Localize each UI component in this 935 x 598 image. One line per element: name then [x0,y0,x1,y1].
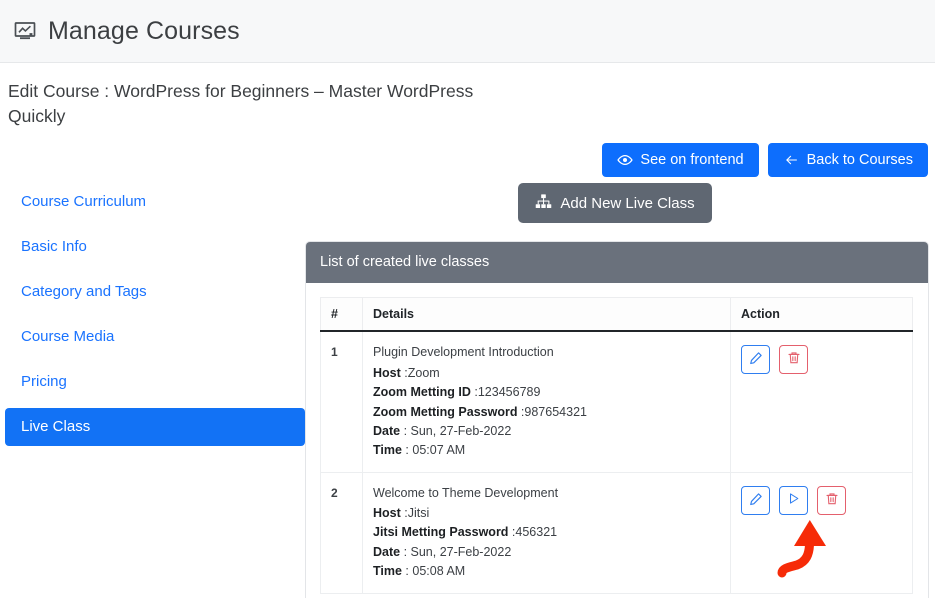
delete-button[interactable] [817,485,846,515]
add-live-class-row: Add New Live Class [305,183,929,223]
row-details: Plugin Development Introduction Host :Zo… [362,331,731,473]
table-row: 1 Plugin Development Introduction Host :… [320,331,913,473]
sidebar-item-basic-info[interactable]: Basic Info [5,228,305,266]
delete-icon [825,492,839,509]
action-button-group [741,343,902,375]
back-to-courses-button[interactable]: Back to Courses [767,143,928,177]
add-new-live-class-label: Add New Live Class [560,194,695,212]
sidebar-item-course-curriculum[interactable]: Course Curriculum [5,183,305,221]
live-class-title: Plugin Development Introduction [373,345,554,360]
table-header-row: # Details Action [320,297,913,333]
edit-course-title: Edit Course : WordPress for Beginners – … [8,81,474,126]
body-wrapper: Course Curriculum Basic Info Category an… [0,133,935,598]
table-row: 2 Welcome to Theme Development Host :Jit… [320,472,913,594]
delete-icon [787,351,801,368]
table-header: # Details Action [320,297,913,333]
annotation-arrow-icon [777,518,847,586]
detail-time: Time : 05:08 AM [373,564,466,579]
edit-button[interactable] [741,345,770,375]
start-live-class-button[interactable] [779,485,808,515]
detail-meeting-password: Zoom Metting Password :987654321 [373,404,587,419]
edit-icon [749,351,763,368]
live-class-content: Add New Live Class List of created live … [305,183,935,598]
row-number: 2 [320,472,363,594]
row-actions [730,331,913,473]
column-header-action: Action [730,297,913,333]
edit-icon [749,492,763,509]
table-body: 1 Plugin Development Introduction Host :… [320,331,913,594]
back-to-courses-label: Back to Courses [806,151,913,168]
delete-button[interactable] [779,345,808,375]
live-classes-table: # Details Action 1 Plugin Development In… [320,297,913,594]
detail-date: Date : Sun, 27-Feb-2022 [373,423,512,438]
detail-meeting-id: Zoom Metting ID :123456789 [373,385,541,400]
detail-host: Host :Jitsi [373,506,430,521]
page-title: Manage Courses [48,16,240,45]
see-on-frontend-button[interactable]: See on frontend [602,143,759,177]
see-on-frontend-label: See on frontend [640,151,744,168]
header-action-buttons: See on frontend Back to Courses [602,143,928,177]
row-actions [730,472,913,594]
sidebar-item-course-media[interactable]: Course Media [5,318,305,356]
play-icon [787,492,800,508]
course-edit-sidebar: Course Curriculum Basic Info Category an… [0,183,305,598]
row-details: Welcome to Theme Development Host :Jitsi… [362,472,731,594]
panel-body: # Details Action 1 Plugin Development In… [306,283,928,598]
dashboard-chart-icon [12,18,38,44]
row-number: 1 [320,331,363,473]
sidebar-item-pricing[interactable]: Pricing [5,363,305,401]
sidebar-item-category-and-tags[interactable]: Category and Tags [5,273,305,311]
eye-icon [617,152,634,168]
arrow-left-icon [783,153,800,167]
live-classes-panel: List of created live classes # Details A… [305,241,929,598]
add-new-live-class-button[interactable]: Add New Live Class [518,183,712,223]
action-button-group [741,484,902,515]
action-cell [741,484,902,578]
column-header-details: Details [362,297,731,333]
detail-time: Time : 05:07 AM [373,443,466,458]
subheader: Edit Course : WordPress for Beginners – … [0,63,935,177]
column-header-number: # [320,297,363,333]
panel-title: List of created live classes [306,242,928,284]
sitemap-icon [535,194,552,212]
page-header: Manage Courses [0,0,935,63]
live-class-title: Welcome to Theme Development [373,485,559,500]
edit-button[interactable] [741,485,770,515]
detail-host: Host :Zoom [373,365,440,380]
sidebar-item-live-class[interactable]: Live Class [5,408,305,446]
detail-meeting-password: Jitsi Metting Password :456321 [373,525,558,540]
detail-date: Date : Sun, 27-Feb-2022 [373,544,512,559]
